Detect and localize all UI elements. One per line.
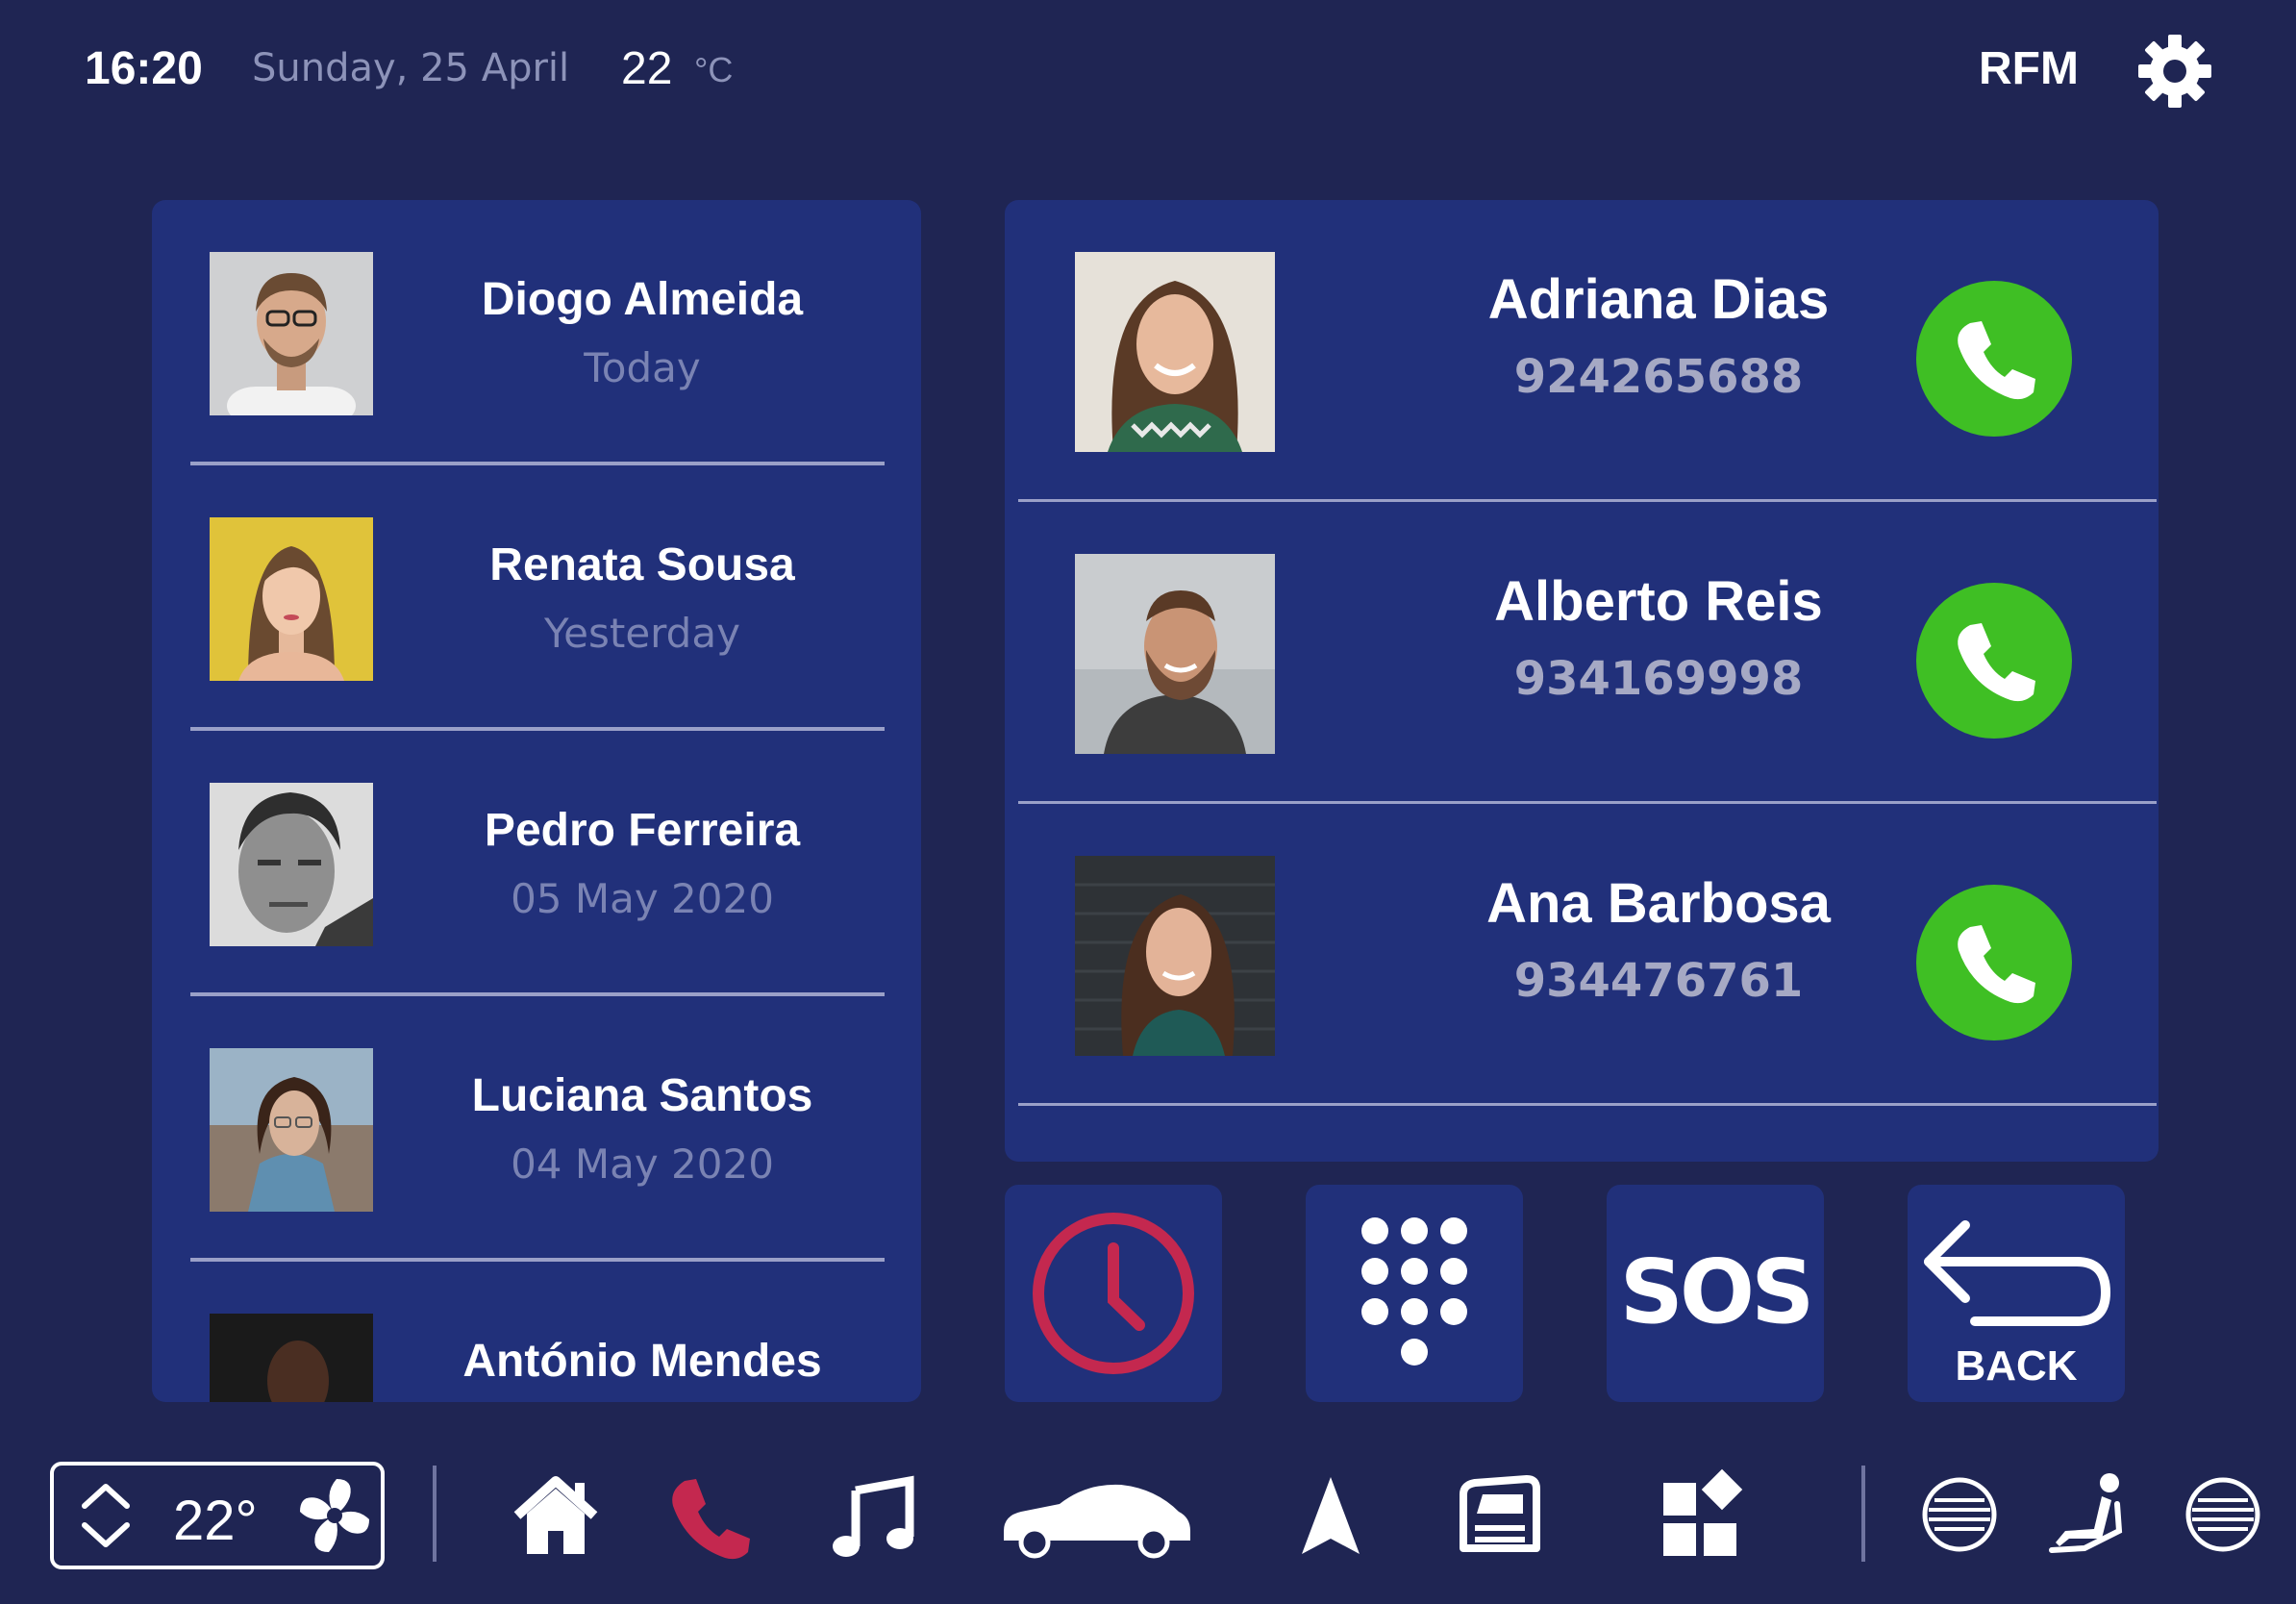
phone-icon	[1958, 321, 2035, 400]
climate-control[interactable]: 22°	[50, 1462, 385, 1569]
contact-avatar	[210, 1048, 373, 1212]
recent-call-item[interactable]: Pedro Ferreira 05 May 2020	[152, 731, 921, 996]
recent-call-item[interactable]: Renata Sousa Yesterday	[152, 465, 921, 731]
favorite-contact: Alberto Reis 934169998	[1005, 502, 2159, 804]
phone-icon	[1958, 925, 2035, 1004]
contact-avatar	[1075, 856, 1275, 1056]
music-icon	[833, 1475, 914, 1557]
call-button[interactable]	[1916, 281, 2072, 437]
apps-icon	[1663, 1468, 1743, 1556]
favorite-contact: Adriana Dias 924265688	[1005, 200, 2159, 502]
vehicle-button[interactable]	[998, 1462, 1194, 1567]
call-date: 05 May 2020	[511, 875, 774, 922]
contact-name: Alberto Reis	[1494, 570, 1823, 633]
call-button[interactable]	[1916, 885, 2072, 1040]
sos-button[interactable]: SOS	[1607, 1185, 1824, 1402]
clock-icon	[1033, 1213, 1194, 1374]
sos-label: SOS	[1619, 1241, 1815, 1343]
phone-icon	[672, 1479, 750, 1560]
temperature-unit: °C	[694, 50, 734, 89]
back-label: BACK	[1955, 1342, 2078, 1390]
contact-name: Ana Barbosa	[1486, 872, 1831, 935]
contact-name: Renata Sousa	[489, 539, 795, 590]
home-button[interactable]	[510, 1462, 602, 1567]
apps-button[interactable]	[1656, 1462, 1748, 1567]
phone-number: 924265688	[1513, 350, 1804, 404]
seat-heat-right-button[interactable]	[2183, 1462, 2263, 1567]
phone-nav-button[interactable]	[665, 1462, 758, 1567]
seat-heat-left-button[interactable]	[1919, 1462, 2000, 1567]
recent-calls-button[interactable]	[1005, 1185, 1222, 1402]
recent-calls-panel: Diogo Almeida Today Renata Sousa Yesterd…	[152, 200, 921, 1402]
vehicle-screen-icon	[1460, 1475, 1540, 1552]
contact-avatar	[1075, 252, 1275, 452]
clock-time: 16:20	[85, 43, 203, 94]
navigation-icon	[1302, 1477, 1360, 1554]
recent-call-item[interactable]: António Mendes	[152, 1262, 921, 1402]
navigation-button[interactable]	[1292, 1462, 1369, 1567]
recent-call-item[interactable]: Diogo Almeida Today	[152, 200, 921, 465]
date-label: Sunday, 25 April	[252, 46, 570, 90]
contact-name: Diogo Almeida	[481, 274, 804, 325]
call-date: Today	[584, 344, 701, 391]
nav-divider	[433, 1466, 437, 1562]
gear-icon[interactable]	[2136, 33, 2213, 110]
favorite-contact: Ana Barbosa 934476761	[1005, 804, 2159, 1106]
dialpad-icon	[1361, 1217, 1467, 1366]
contact-name: António Mendes	[462, 1336, 822, 1387]
contact-avatar	[210, 783, 373, 946]
temperature-up-down-icon[interactable]	[77, 1477, 135, 1554]
music-button[interactable]	[827, 1462, 919, 1567]
back-button[interactable]: BACK	[1908, 1185, 2125, 1402]
seat-heat-right-icon	[2185, 1477, 2260, 1552]
fan-icon[interactable]	[294, 1475, 375, 1556]
recent-call-item[interactable]: Luciana Santos 04 May 2020	[152, 996, 921, 1262]
contact-avatar	[210, 252, 373, 415]
home-icon	[513, 1476, 598, 1554]
seat-icon	[2049, 1473, 2123, 1553]
contact-avatar	[210, 517, 373, 681]
seat-settings-button[interactable]	[2046, 1462, 2133, 1567]
phone-number: 934476761	[1513, 954, 1804, 1008]
call-button[interactable]	[1916, 583, 2072, 739]
call-date: 04 May 2020	[511, 1140, 774, 1188]
favorites-panel: Adriana Dias 924265688 Alberto Reis 9341…	[1005, 200, 2159, 1162]
keypad-button[interactable]	[1306, 1185, 1523, 1402]
contact-name: Luciana Santos	[471, 1070, 813, 1121]
seat-heat-left-icon	[1922, 1477, 1997, 1552]
phone-number: 934169998	[1513, 652, 1804, 706]
contact-avatar	[1075, 554, 1275, 754]
nav-divider	[1861, 1466, 1865, 1562]
contact-avatar	[210, 1314, 373, 1402]
call-date: Yesterday	[544, 610, 740, 657]
outside-temperature: 22	[621, 43, 673, 94]
radio-station[interactable]: RFM	[1979, 42, 2079, 95]
divider	[1018, 1103, 2157, 1106]
contact-name: Pedro Ferreira	[484, 805, 801, 856]
cabin-temperature: 22°	[173, 1490, 258, 1552]
phone-icon	[1958, 623, 2035, 702]
car-icon	[1004, 1484, 1190, 1559]
vehicle-display-button[interactable]	[1454, 1462, 1546, 1567]
contact-name: Adriana Dias	[1487, 268, 1830, 331]
